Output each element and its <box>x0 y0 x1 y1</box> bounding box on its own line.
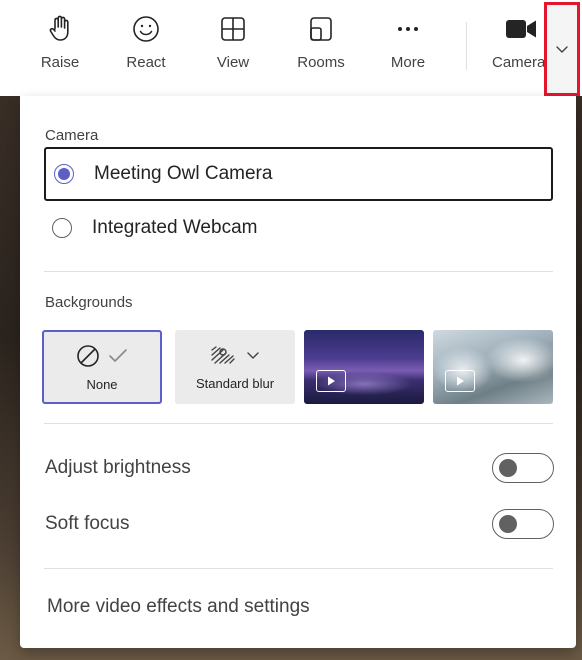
video-background-badge <box>316 370 346 392</box>
background-none-tile[interactable]: None <box>42 330 162 404</box>
play-icon <box>457 376 464 386</box>
video-background-badge <box>445 370 475 392</box>
toggle-knob <box>499 459 517 477</box>
adjust-brightness-row: Adjust brightness <box>45 451 554 485</box>
rooms-label: Rooms <box>297 54 345 71</box>
camera-option-meeting-owl[interactable]: Meeting Owl Camera <box>44 147 553 201</box>
soft-focus-row: Soft focus <box>45 507 554 541</box>
camera-button[interactable]: Camera <box>486 14 544 84</box>
adjust-brightness-label: Adjust brightness <box>45 457 191 478</box>
camera-settings-flyout: Camera Meeting Owl Camera Integrated Web… <box>20 96 576 648</box>
react-button[interactable]: React <box>111 14 181 84</box>
divider <box>44 423 553 424</box>
chevron-down-icon <box>247 351 259 359</box>
play-icon <box>328 376 335 386</box>
more-video-effects-link[interactable]: More video effects and settings <box>47 596 310 618</box>
camera-label: Camera <box>492 54 544 71</box>
raise-hand-button[interactable]: Raise <box>25 14 95 84</box>
background-night-city-tile[interactable] <box>304 330 424 404</box>
video-camera-icon <box>506 20 536 38</box>
view-button[interactable]: View <box>198 14 268 84</box>
raise-label: Raise <box>40 54 80 71</box>
chevron-down-icon <box>556 46 568 53</box>
rooms-button[interactable]: Rooms <box>286 14 356 84</box>
background-standard-blur-tile[interactable]: Standard blur <box>175 330 295 404</box>
breakout-rooms-icon <box>310 17 332 41</box>
backgrounds-section-title: Backgrounds <box>45 294 133 311</box>
camera-option-integrated-webcam[interactable]: Integrated Webcam <box>44 201 553 255</box>
background-blur-label: Standard blur <box>195 375 275 391</box>
more-dots-icon <box>398 27 418 31</box>
more-label: More <box>390 54 426 71</box>
checkmark-icon <box>109 348 127 362</box>
camera-section-title: Camera <box>45 127 99 144</box>
radio-selected-icon <box>54 164 74 184</box>
toolbar-divider <box>466 22 467 70</box>
toggle-knob <box>499 515 517 533</box>
camera-option-label: Meeting Owl Camera <box>94 163 273 184</box>
hand-icon <box>49 15 69 41</box>
grid-view-icon <box>221 17 245 41</box>
view-label: View <box>216 54 250 71</box>
background-snowy-landscape-tile[interactable] <box>433 330 553 404</box>
meeting-toolbar: Raise React View Rooms More Camera <box>0 0 582 96</box>
divider <box>44 568 553 569</box>
camera-options-dropdown[interactable] <box>544 2 580 96</box>
camera-option-label: Integrated Webcam <box>92 217 258 238</box>
divider <box>44 271 553 272</box>
adjust-brightness-toggle[interactable] <box>492 453 554 483</box>
smiley-icon <box>133 16 159 42</box>
background-none-label: None <box>86 376 118 392</box>
soft-focus-toggle[interactable] <box>492 509 554 539</box>
radio-unselected-icon <box>52 218 72 238</box>
no-background-icon <box>77 344 99 367</box>
blur-icon <box>211 345 235 364</box>
soft-focus-label: Soft focus <box>45 513 130 534</box>
more-actions-button[interactable]: More <box>373 14 443 84</box>
react-label: React <box>126 54 166 71</box>
